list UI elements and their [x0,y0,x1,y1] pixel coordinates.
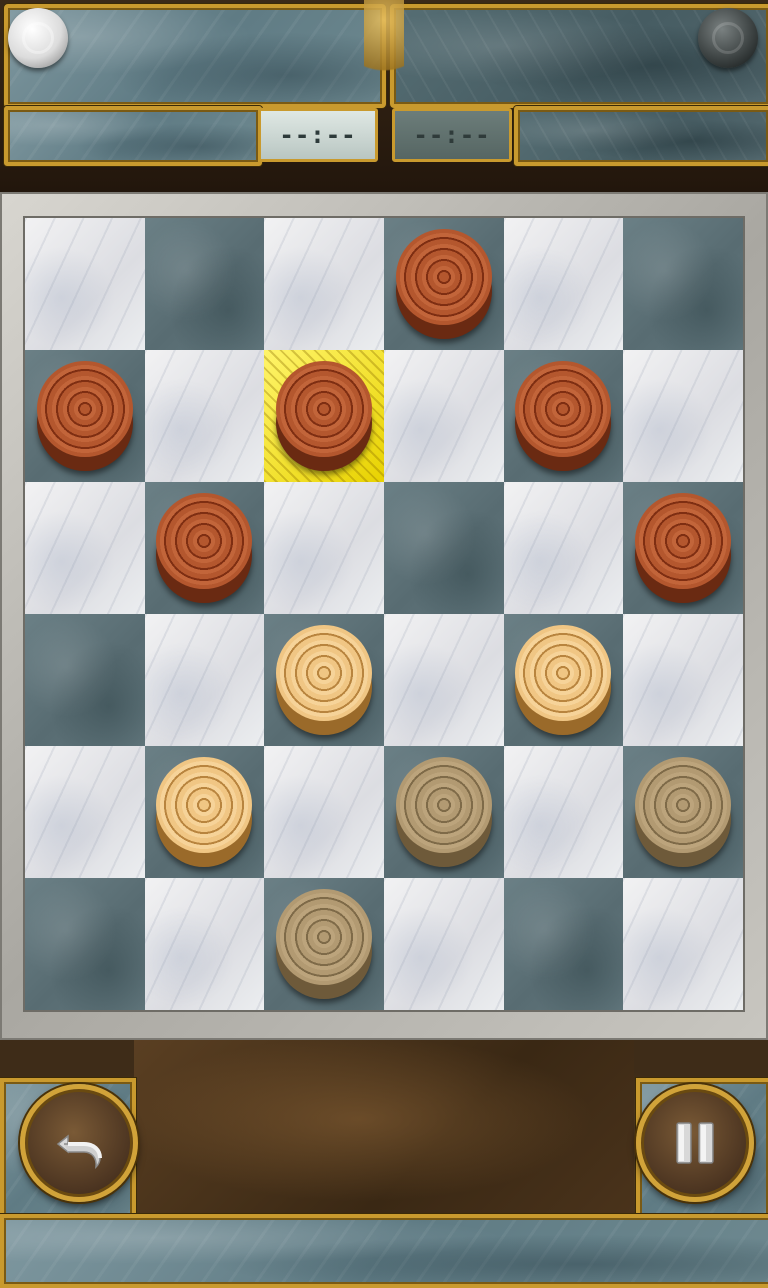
bottom-marble-strip [0,1214,768,1288]
light-wood-checker-piece[interactable] [156,757,253,867]
board-square-dark[interactable] [25,878,145,1010]
black-timer: --:-- [392,108,512,162]
board-square-light[interactable] [383,878,504,1010]
red-checker-piece[interactable] [515,361,612,471]
board-square-dark[interactable] [623,218,743,350]
red-checker-piece[interactable] [635,493,732,603]
board-square-dark[interactable] [623,482,743,614]
faded-checker-piece[interactable] [395,757,492,867]
board-square-light[interactable] [264,218,384,350]
board-square-dark[interactable] [503,614,624,746]
white-info-panel [4,106,262,166]
pause-button[interactable] [636,1084,754,1202]
board-square-light[interactable] [144,350,265,482]
board-square-light[interactable] [503,218,624,350]
board-square-light[interactable] [25,746,145,878]
board-square-dark[interactable] [383,218,504,350]
board-square-light[interactable] [503,746,624,878]
undo-arrow-icon [56,1134,102,1170]
bottom-wood-panel [134,1040,634,1216]
board-square-dark[interactable] [503,878,624,1010]
board-square-light[interactable] [25,218,145,350]
board-square-dark[interactable] [144,482,265,614]
board-square-light[interactable] [144,878,265,1010]
undo-button[interactable] [20,1084,138,1202]
board-square-light[interactable] [623,614,743,746]
top-hud: --:-- --:-- [0,0,768,192]
red-checker-piece[interactable] [36,361,133,471]
board-square-dark[interactable] [264,350,384,482]
red-checker-piece[interactable] [395,229,492,339]
light-wood-checker-piece[interactable] [515,625,612,735]
board-square-dark[interactable] [264,614,384,746]
board-square-light[interactable] [25,482,145,614]
red-checker-piece[interactable] [156,493,253,603]
board-square-light[interactable] [264,746,384,878]
board-square-light[interactable] [383,350,504,482]
gold-ornament [364,0,404,100]
black-info-panel [514,106,768,166]
board-square-dark[interactable] [383,482,504,614]
board-square-light[interactable] [383,614,504,746]
white-player-stone-icon [8,8,68,68]
board-square-dark[interactable] [25,614,145,746]
board-square-dark[interactable] [144,746,265,878]
board-square-light[interactable] [264,482,384,614]
board-square-light[interactable] [503,482,624,614]
game-board [25,218,743,1010]
board-square-dark[interactable] [503,350,624,482]
board-square-dark[interactable] [144,218,265,350]
pause-icon [676,1122,714,1164]
board-square-dark[interactable] [264,878,384,1010]
board-square-dark[interactable] [623,746,743,878]
light-wood-checker-piece[interactable] [276,625,373,735]
board-square-light[interactable] [623,350,743,482]
black-player-stone-icon [698,8,758,68]
board-square-light[interactable] [144,614,265,746]
faded-checker-piece[interactable] [276,889,373,999]
faded-checker-piece[interactable] [635,757,732,867]
board-square-light[interactable] [623,878,743,1010]
white-timer: --:-- [258,108,378,162]
board-square-dark[interactable] [383,746,504,878]
board-square-dark[interactable] [25,350,145,482]
red-checker-piece[interactable] [276,361,373,471]
